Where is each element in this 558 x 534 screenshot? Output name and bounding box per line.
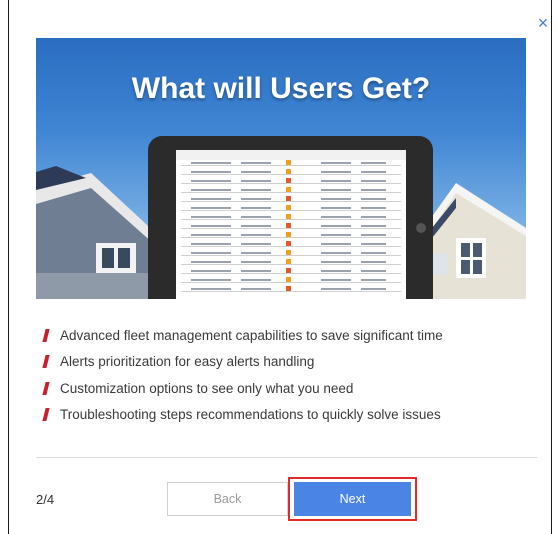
bullet-icon	[42, 381, 50, 395]
feature-text: Troubleshooting steps recommendations to…	[60, 407, 441, 423]
feature-item: Customization options to see only what y…	[42, 375, 443, 402]
hero-title: What will Users Get?	[131, 72, 431, 105]
back-button[interactable]: Back	[167, 482, 288, 516]
feature-text: Customization options to see only what y…	[60, 380, 354, 396]
feature-text: Advanced fleet management capabilities t…	[60, 327, 443, 343]
next-button[interactable]: Next	[294, 482, 411, 516]
feature-text: Alerts prioritization for easy alerts ha…	[60, 354, 315, 370]
footer-divider	[36, 457, 537, 458]
onboarding-dialog: × What will Users Get? Advanced fleet ma…	[8, 0, 552, 534]
bullet-icon	[42, 355, 50, 369]
feature-list: Advanced fleet management capabilities t…	[42, 322, 443, 429]
feature-item: Alerts prioritization for easy alerts ha…	[42, 349, 443, 376]
page-indicator: 2/4	[36, 492, 55, 507]
close-icon[interactable]: ×	[535, 14, 551, 32]
bullet-icon	[42, 328, 50, 342]
feature-item: Advanced fleet management capabilities t…	[42, 322, 443, 349]
hero-image: What will Users Get?	[36, 38, 526, 299]
feature-item: Troubleshooting steps recommendations to…	[42, 402, 443, 429]
bullet-icon	[42, 408, 50, 422]
